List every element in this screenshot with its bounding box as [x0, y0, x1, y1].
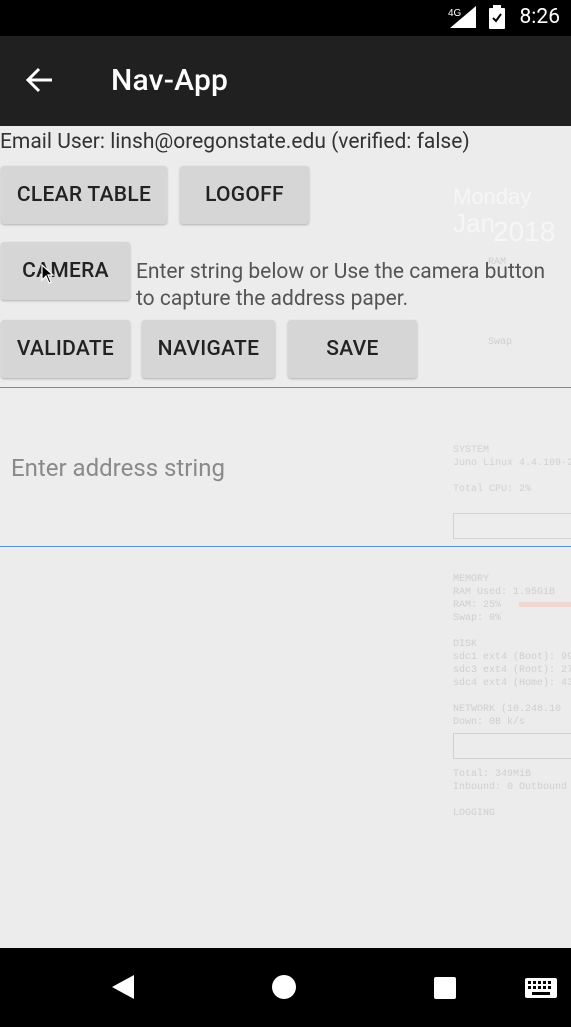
- navigate-button[interactable]: NAVIGATE: [142, 320, 275, 378]
- validate-button[interactable]: VALIDATE: [1, 320, 130, 378]
- overlay-down: Down: 0B k/s: [453, 717, 526, 728]
- overlay-network-label: NETWORK (10.248.10: [453, 704, 562, 715]
- mouse-cursor-icon: [41, 264, 55, 284]
- overlay-net-graph: [453, 733, 571, 759]
- save-button[interactable]: SAVE: [288, 320, 417, 378]
- user-email-label: Email User: linsh@oregonstate.edu (verif…: [0, 130, 470, 154]
- main-content: Monday Jan 2018 RAM Swap SYSTEM Juno Lin…: [0, 126, 571, 948]
- back-arrow-icon[interactable]: [24, 64, 56, 96]
- clear-table-button[interactable]: CLEAR TABLE: [1, 166, 167, 224]
- overlay-disk2: sdc3 ext4 (Root): 27%: [453, 665, 571, 676]
- back-icon[interactable]: [110, 973, 136, 1001]
- cell-signal-icon: 4G: [448, 6, 476, 28]
- overlay-ram-bar: [519, 602, 571, 607]
- overlay-year: 2018: [493, 216, 556, 247]
- system-nav-bar: [0, 948, 571, 1027]
- page-title: Nav-App: [111, 63, 229, 98]
- address-input[interactable]: Enter address string: [0, 387, 571, 547]
- home-icon[interactable]: [271, 974, 297, 1000]
- logoff-button[interactable]: LOGOFF: [180, 166, 309, 224]
- instruction-text: Enter string below or Use the camera but…: [136, 259, 545, 313]
- recents-icon[interactable]: [433, 976, 457, 1000]
- battery-icon: [489, 5, 505, 29]
- overlay-ram-used: RAM Used: 1.95GiB: [453, 587, 556, 598]
- instruction-line-1: Enter string below or Use the camera but…: [136, 260, 546, 284]
- instruction-line-2: to capture the address paper.: [136, 287, 409, 311]
- keyboard-icon[interactable]: [524, 977, 558, 999]
- overlay-month: Jan: [453, 208, 495, 238]
- app-bar: Nav-App: [0, 36, 571, 126]
- overlay-total: Total: 349MiB: [453, 769, 532, 780]
- overlay-disk1: sdc1 ext4 (Boot): 99%: [453, 652, 571, 663]
- overlay-swap-pct: Swap: 0%: [453, 613, 502, 624]
- overlay-swap: Swap: [488, 337, 513, 348]
- overlay-inbound: Inbound: 0 Outbound: [453, 782, 568, 793]
- overlay-disk3: sdc4 ext4 (Home): 43: [453, 678, 571, 689]
- camera-button[interactable]: CAMERA: [1, 242, 130, 300]
- status-bar: 4G 8:26: [0, 0, 571, 36]
- network-type-label: 4G: [448, 8, 462, 19]
- overlay-logging-label: LOGGING: [453, 808, 496, 819]
- overlay-disk-label: DISK: [453, 639, 478, 650]
- overlay-day: Monday: [453, 184, 532, 209]
- overlay-memory-label: MEMORY: [453, 574, 490, 585]
- address-input-placeholder: Enter address string: [11, 454, 225, 482]
- clock: 8:26: [519, 5, 561, 29]
- overlay-ram-pct: RAM: 25%: [453, 600, 502, 611]
